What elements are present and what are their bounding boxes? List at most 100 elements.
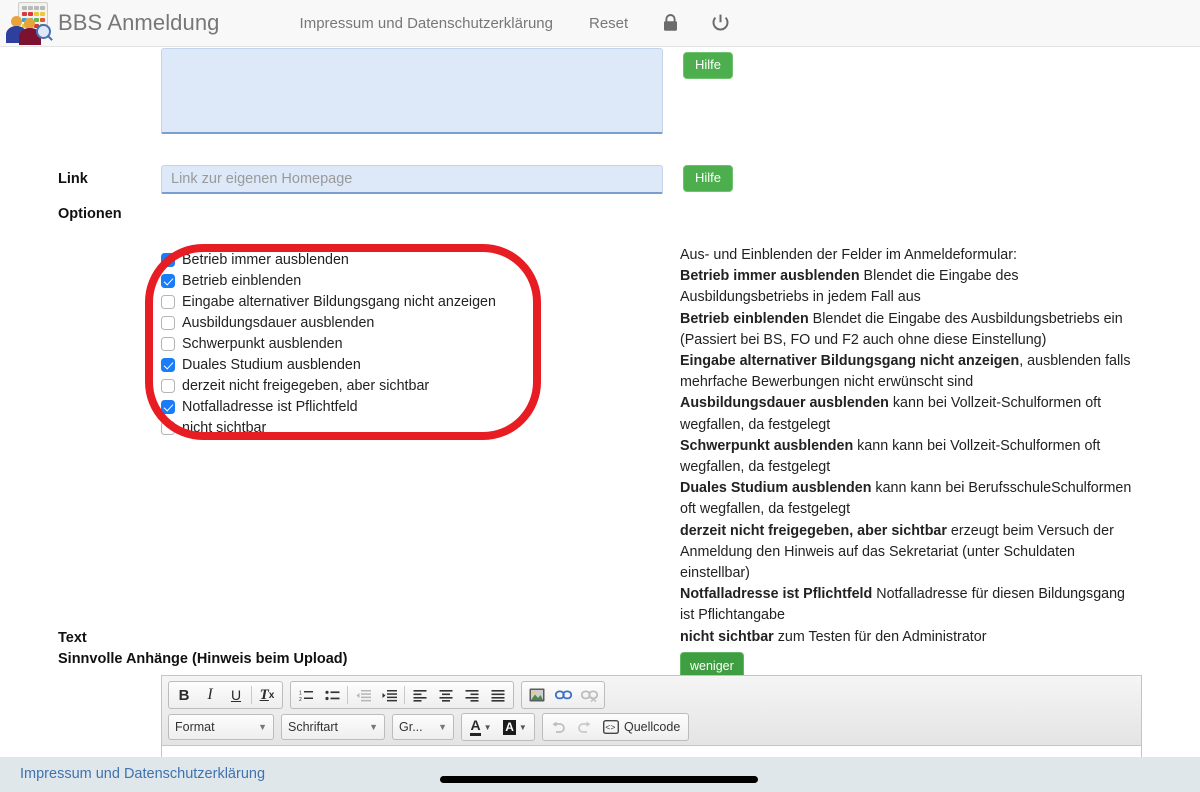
- lock-icon[interactable]: [646, 13, 695, 33]
- text-color-icon[interactable]: A ▼: [464, 715, 498, 739]
- top-navigation-bar: BBS Anmeldung Impressum und Datenschutze…: [0, 0, 1200, 47]
- options-help-text: Aus- und Einblenden der Felder im Anmeld…: [680, 245, 1132, 683]
- checkbox-nicht-sichtbar[interactable]: [161, 420, 175, 435]
- bold-icon[interactable]: B: [171, 683, 197, 707]
- redo-icon[interactable]: [571, 715, 597, 739]
- help-term: Ausbildungsdauer ausblenden: [680, 395, 889, 412]
- underline-icon[interactable]: U: [223, 683, 249, 707]
- remove-format-icon[interactable]: Tx: [254, 683, 280, 707]
- description-textarea[interactable]: [161, 48, 663, 134]
- bbs-people-grid-logo-icon: [4, 1, 51, 45]
- magnifier-icon: [36, 24, 51, 39]
- nav-link-impressum[interactable]: Impressum und Datenschutzerklärung: [282, 15, 571, 32]
- help-term: Betrieb immer ausblenden: [680, 268, 860, 285]
- link-icon[interactable]: [550, 683, 576, 707]
- history-source-group: <> Quellcode: [542, 713, 690, 741]
- footer-link-impressum[interactable]: Impressum und Datenschutzerklärung: [20, 766, 265, 782]
- outdent-icon[interactable]: [350, 683, 376, 707]
- font-combo[interactable]: Schriftart ▼: [281, 714, 385, 740]
- link-input[interactable]: [161, 165, 663, 194]
- checkbox-ausbildungsdauer-ausblenden[interactable]: [161, 315, 175, 330]
- toolbar-separator: [251, 686, 252, 704]
- help-term: derzeit nicht freigegeben, aber sichtbar: [680, 522, 947, 539]
- text-style-group: B I U Tx: [168, 681, 283, 709]
- format-combo-label: Format: [175, 720, 215, 734]
- color-group: A ▼ A ▼: [461, 713, 535, 741]
- checkbox-betrieb-immer-ausblenden[interactable]: [161, 252, 175, 267]
- unlink-icon[interactable]: [576, 683, 602, 707]
- align-justify-icon[interactable]: [485, 683, 511, 707]
- option-row[interactable]: Betrieb einblenden: [161, 271, 531, 291]
- help-intro: Aus- und Einblenden der Felder im Anmeld…: [680, 247, 1017, 263]
- chevron-down-icon: ▼: [438, 722, 447, 732]
- checkbox-betrieb-einblenden[interactable]: [161, 273, 175, 288]
- nav-link-reset[interactable]: Reset: [571, 15, 646, 32]
- bulleted-list-icon[interactable]: [319, 683, 345, 707]
- option-row[interactable]: nicht sichtbar: [161, 418, 531, 438]
- undo-icon[interactable]: [545, 715, 571, 739]
- app-title: BBS Anmeldung: [58, 10, 220, 35]
- text-label: Text: [58, 630, 87, 646]
- svg-text:<>: <>: [605, 723, 615, 733]
- background-color-icon[interactable]: A ▼: [498, 715, 532, 739]
- option-row[interactable]: derzeit nicht freigegeben, aber sichtbar: [161, 376, 531, 396]
- numbered-list-icon[interactable]: 12: [293, 683, 319, 707]
- source-code-label: Quellcode: [624, 720, 681, 734]
- option-label: derzeit nicht freigegeben, aber sichtbar: [182, 377, 430, 394]
- editor-toolbar: B I U Tx 12 Format ▼ Schriftart ▼ Gr... …: [162, 676, 1141, 746]
- chevron-down-icon: ▼: [258, 722, 267, 732]
- home-indicator: [440, 776, 758, 783]
- form-content: Hilfe Link Hilfe Optionen Betrieb immer …: [0, 47, 1200, 792]
- help-desc: zum Testen für den Administrator: [773, 628, 987, 645]
- fontsize-combo[interactable]: Gr... ▼: [392, 714, 454, 740]
- option-label: Betrieb einblenden: [182, 272, 302, 289]
- option-row[interactable]: Duales Studium ausblenden: [161, 355, 531, 375]
- help-term: Duales Studium ausblenden: [680, 480, 872, 497]
- checkbox-schwerpunkt-ausblenden[interactable]: [161, 336, 175, 351]
- attachments-heading: Sinnvolle Anhänge (Hinweis beim Upload): [58, 651, 348, 667]
- checkbox-derzeit-nicht-freigegeben[interactable]: [161, 378, 175, 393]
- list-align-group: 12: [290, 681, 514, 709]
- align-right-icon[interactable]: [459, 683, 485, 707]
- svg-text:1: 1: [299, 690, 302, 696]
- source-code-button[interactable]: <> Quellcode: [597, 720, 686, 734]
- option-label: Duales Studium ausblenden: [182, 356, 361, 373]
- option-row[interactable]: Betrieb immer ausblenden: [161, 250, 531, 270]
- option-row[interactable]: Ausbildungsdauer ausblenden: [161, 313, 531, 333]
- power-icon[interactable]: [695, 13, 746, 33]
- editor-toolbar-row-2: Format ▼ Schriftart ▼ Gr... ▼ A ▼ A ▼ <>…: [168, 713, 1137, 741]
- options-label: Optionen: [58, 206, 122, 222]
- fontsize-combo-label: Gr...: [399, 720, 423, 734]
- option-label: Eingabe alternativer Bildungsgang nicht …: [182, 293, 496, 310]
- nav-links: Impressum und Datenschutzerklärung Reset: [282, 13, 747, 33]
- indent-icon[interactable]: [376, 683, 402, 707]
- help-term: nicht sichtbar: [680, 628, 774, 645]
- toolbar-separator: [347, 686, 348, 704]
- font-combo-label: Schriftart: [288, 720, 339, 734]
- help-term: Eingabe alternativer Bildungsgang nicht …: [680, 353, 1020, 370]
- help-term: Betrieb einblenden: [680, 310, 809, 327]
- brand[interactable]: BBS Anmeldung: [4, 1, 220, 45]
- align-center-icon[interactable]: [433, 683, 459, 707]
- chevron-down-icon: ▼: [369, 722, 378, 732]
- image-icon[interactable]: [524, 683, 550, 707]
- options-checkbox-group: Betrieb immer ausblenden Betrieb einblen…: [161, 250, 531, 439]
- option-row[interactable]: Eingabe alternativer Bildungsgang nicht …: [161, 292, 531, 312]
- option-label: Betrieb immer ausblenden: [182, 251, 349, 268]
- insert-group: [521, 681, 605, 709]
- toolbar-separator: [404, 686, 405, 704]
- checkbox-duales-studium-ausblenden[interactable]: [161, 357, 175, 372]
- help-button-description[interactable]: Hilfe: [683, 52, 734, 80]
- italic-icon[interactable]: I: [197, 683, 223, 707]
- option-row[interactable]: Notfalladresse ist Pflichtfeld: [161, 397, 531, 417]
- option-row[interactable]: Schwerpunkt ausblenden: [161, 334, 531, 354]
- help-button-link[interactable]: Hilfe: [683, 165, 734, 193]
- help-term: Schwerpunkt ausblenden: [680, 437, 854, 454]
- option-label: Schwerpunkt ausblenden: [182, 335, 343, 352]
- checkbox-notfalladresse-pflichtfeld[interactable]: [161, 399, 175, 414]
- format-combo[interactable]: Format ▼: [168, 714, 274, 740]
- svg-text:2: 2: [299, 697, 302, 702]
- option-label: nicht sichtbar: [182, 419, 267, 436]
- align-left-icon[interactable]: [407, 683, 433, 707]
- checkbox-eingabe-alternativer-bildungsgang[interactable]: [161, 294, 175, 309]
